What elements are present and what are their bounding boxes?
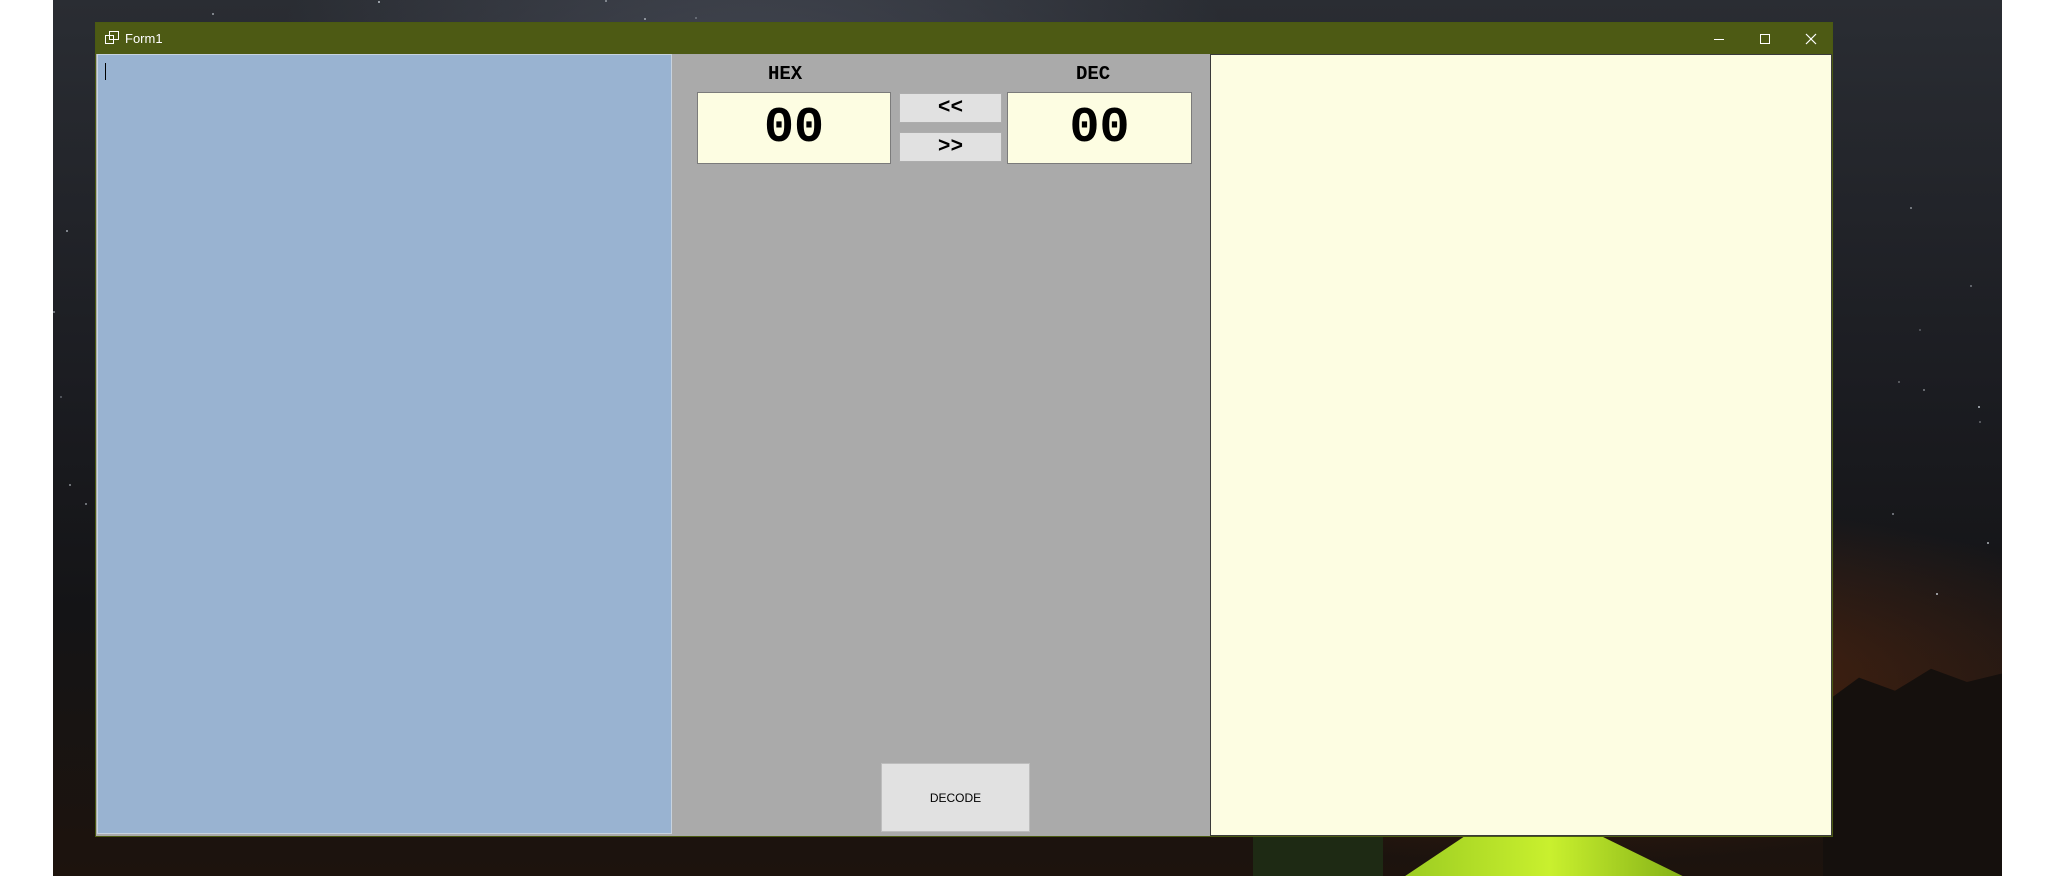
star <box>1919 329 1921 331</box>
star <box>1936 593 1938 595</box>
maximize-icon <box>1760 33 1770 44</box>
close-button[interactable] <box>1788 23 1834 54</box>
star <box>53 311 55 313</box>
star <box>1979 421 1981 423</box>
star <box>66 230 68 232</box>
minimize-icon <box>1714 38 1724 40</box>
star <box>1898 381 1900 383</box>
star <box>85 503 87 505</box>
text-caret <box>105 63 106 80</box>
minimize-button[interactable] <box>1696 23 1742 54</box>
lit-tent <box>1390 836 1703 876</box>
star <box>1987 542 1989 544</box>
tree-silhouette <box>1253 836 1383 876</box>
maximize-button[interactable] <box>1742 23 1788 54</box>
window-title: Form1 <box>125 31 163 46</box>
hex-value-field[interactable]: 00 <box>697 92 891 164</box>
convert-to-hex-button[interactable]: << <box>899 93 1002 123</box>
star <box>605 0 607 2</box>
input-textarea[interactable] <box>97 54 672 834</box>
star <box>644 18 646 20</box>
star <box>69 484 71 486</box>
output-textarea[interactable] <box>1210 54 1832 836</box>
title-bar[interactable]: Form1 <box>96 23 1832 54</box>
star <box>1910 207 1912 209</box>
app-window: Form1 HEX DEC 00 << >> 00 DECODE <box>95 22 1833 837</box>
mountain-silhouette <box>1823 668 2002 876</box>
star <box>1923 389 1925 391</box>
decode-button[interactable]: DECODE <box>881 763 1030 832</box>
star <box>1970 285 1972 287</box>
star <box>1892 513 1894 515</box>
close-icon <box>1805 33 1817 44</box>
star <box>695 17 697 19</box>
star <box>212 13 214 15</box>
star <box>378 1 380 3</box>
dec-value-field[interactable]: 00 <box>1007 92 1192 164</box>
app-icon[interactable] <box>105 31 119 45</box>
convert-to-dec-button[interactable]: >> <box>899 132 1002 162</box>
dec-label: DEC <box>1076 63 1111 85</box>
star <box>60 396 62 398</box>
hex-label: HEX <box>768 63 803 85</box>
star <box>1978 406 1980 408</box>
